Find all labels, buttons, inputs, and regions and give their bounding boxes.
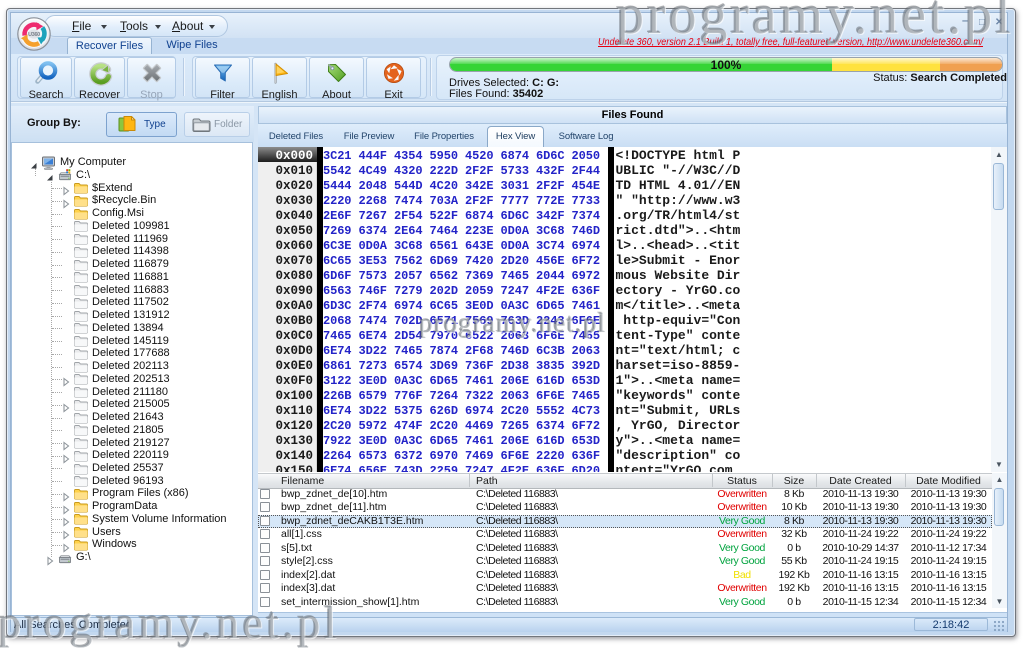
svg-text:U360: U360 (28, 32, 40, 38)
